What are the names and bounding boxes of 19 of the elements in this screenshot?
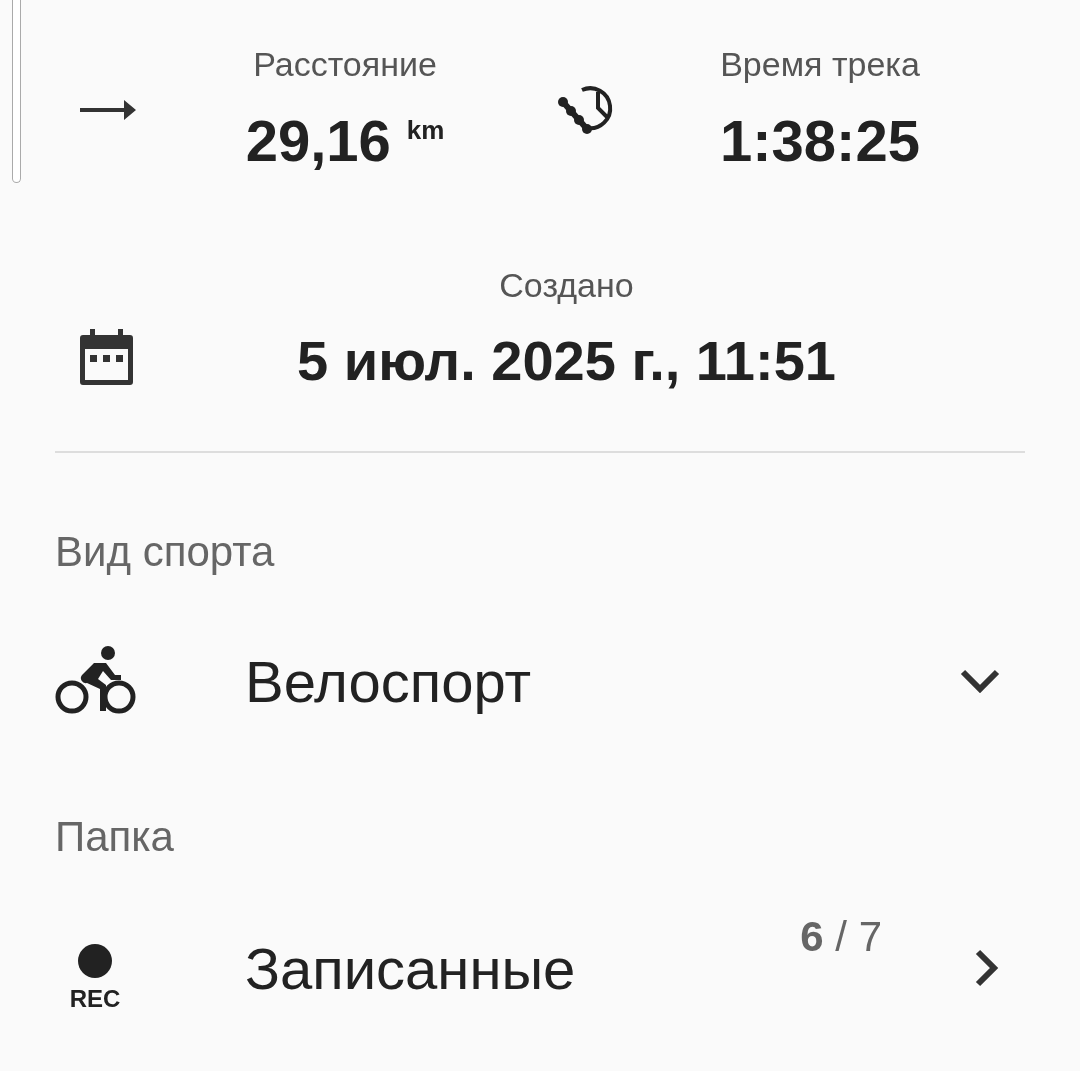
- chevron-right-icon: [974, 948, 1000, 988]
- section-label: Вид спорта: [54, 528, 276, 576]
- arrow-icon: [80, 99, 136, 120]
- section-label: Папка: [54, 813, 175, 861]
- scrollbar[interactable]: [12, 0, 21, 183]
- stat-value: 1:38:25: [720, 107, 920, 174]
- stat-value: 29,16: [245, 107, 391, 174]
- calendar-icon: [80, 329, 133, 385]
- unit-label: km: [406, 115, 445, 146]
- created-label: Создано: [499, 266, 634, 306]
- created-value: 5 июл. 2025 г., 11:51: [297, 328, 836, 393]
- stat-label: Расстояние: [253, 45, 437, 85]
- folder-row[interactable]: REC Записанные 6 / 7: [0, 913, 1080, 1023]
- chevron-down-icon: [960, 669, 1000, 693]
- stat-label: Время трека: [720, 45, 920, 85]
- track-count: 6 / 7: [800, 913, 882, 961]
- folder-value: Записанные: [245, 934, 576, 1002]
- sport-value: Велоспорт: [245, 647, 532, 715]
- sport-dropdown[interactable]: Велоспорт: [0, 626, 1080, 736]
